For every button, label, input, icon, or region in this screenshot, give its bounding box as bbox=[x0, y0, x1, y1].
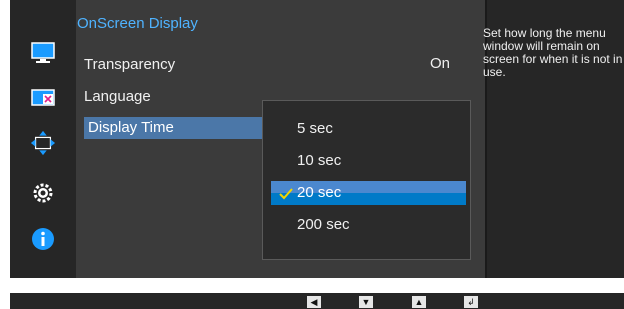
menu-item-label: Transparency bbox=[84, 56, 176, 73]
option-label: 20 sec bbox=[297, 184, 342, 201]
menu-item-language[interactable]: Language bbox=[84, 86, 254, 108]
menu-item-label: Language bbox=[84, 88, 151, 105]
up-arrow-icon[interactable]: ▲ bbox=[412, 296, 426, 308]
help-text: Set how long the menu window will remain… bbox=[483, 27, 623, 79]
display-time-dropdown: 5 sec 10 sec 20 sec 200 sec bbox=[262, 100, 471, 260]
resize-arrows-icon[interactable] bbox=[30, 130, 56, 156]
menu-item-label: Display Time bbox=[88, 119, 174, 136]
down-arrow-icon[interactable]: ▼ bbox=[359, 296, 373, 308]
checkmark-icon bbox=[279, 185, 293, 209]
option-10-sec[interactable]: 10 sec bbox=[271, 149, 466, 173]
left-arrow-icon[interactable]: ◀ bbox=[307, 296, 321, 308]
menu-title: OnScreen Display bbox=[77, 15, 198, 32]
info-icon[interactable] bbox=[30, 226, 56, 252]
option-20-sec[interactable]: 20 sec bbox=[271, 181, 466, 205]
monitor-icon[interactable] bbox=[30, 40, 56, 66]
option-5-sec[interactable]: 5 sec bbox=[271, 117, 466, 141]
option-200-sec[interactable]: 200 sec bbox=[271, 213, 466, 237]
category-sidebar bbox=[10, 0, 76, 278]
picture-in-picture-icon[interactable] bbox=[30, 85, 56, 111]
menu-item-transparency[interactable]: Transparency bbox=[84, 54, 254, 76]
option-label: 5 sec bbox=[297, 120, 333, 137]
transparency-value: On bbox=[430, 55, 451, 72]
option-label: 200 sec bbox=[297, 216, 350, 233]
enter-icon[interactable]: ↲ bbox=[464, 296, 478, 308]
gear-icon[interactable] bbox=[30, 180, 56, 206]
option-label: 10 sec bbox=[297, 152, 342, 169]
